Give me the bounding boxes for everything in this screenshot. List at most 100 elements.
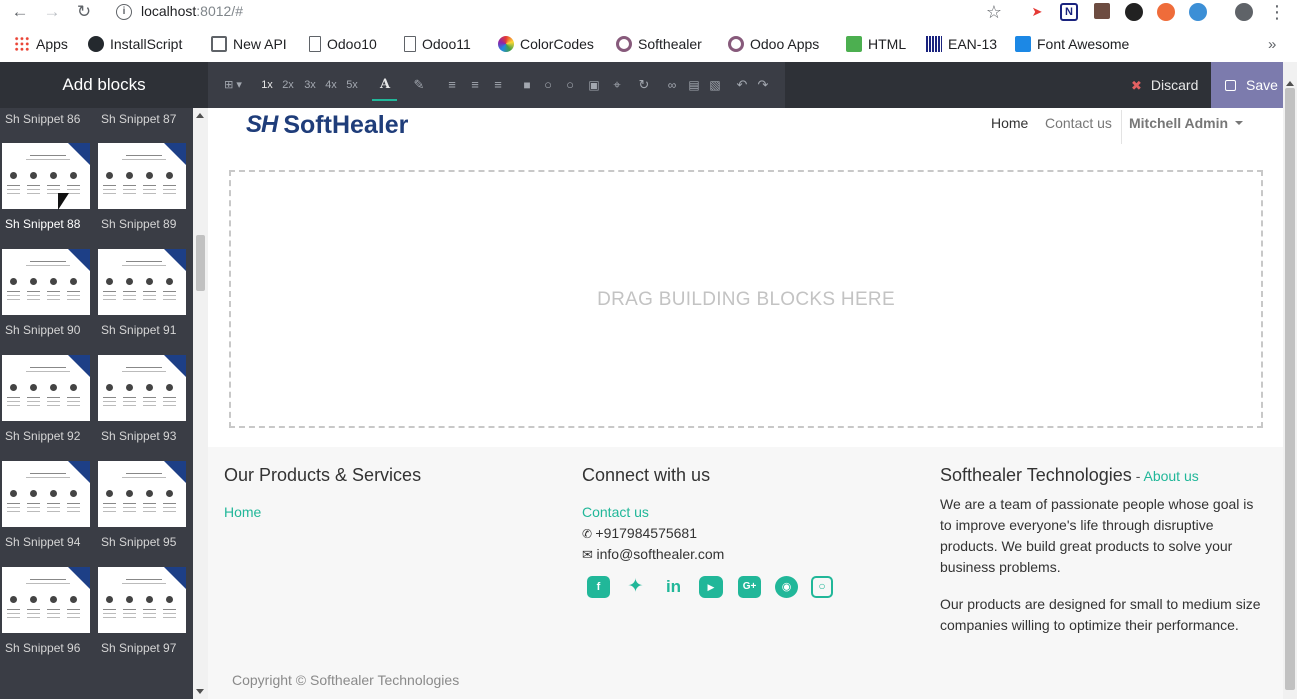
- browser-menu-icon[interactable]: ⋮: [1267, 3, 1287, 23]
- sh-badge-icon: [164, 567, 186, 589]
- zoom-1x[interactable]: 1x: [258, 76, 276, 94]
- align-right-icon[interactable]: ≡: [490, 76, 506, 94]
- redo-icon[interactable]: ↷: [755, 76, 771, 94]
- preview-line: [103, 511, 116, 512]
- preview-circle: [126, 278, 133, 285]
- preview-line: [27, 185, 40, 186]
- extension-lifebuoy-icon[interactable]: [1157, 3, 1175, 21]
- preview-line: [103, 193, 116, 194]
- star-bookmark-icon[interactable]: ☆: [984, 3, 1004, 23]
- snippet-thumbnail[interactable]: [2, 143, 90, 209]
- scroll-down-arrow-icon[interactable]: [196, 689, 204, 694]
- scroll-up-arrow-icon[interactable]: [196, 113, 204, 118]
- phone-number: +917984575681: [595, 525, 697, 541]
- snippet-thumbnail[interactable]: [98, 461, 186, 527]
- snippet-thumbnail[interactable]: [98, 567, 186, 633]
- back-arrow-icon[interactable]: ←: [10, 3, 30, 23]
- preview-circle: [70, 596, 77, 603]
- bookmark-colorcodes[interactable]: ColorCodes: [498, 34, 594, 54]
- preview-line: [123, 503, 136, 504]
- preview-line: [163, 511, 176, 512]
- site-logo[interactable]: SH SoftHealer: [246, 110, 408, 140]
- snippet-thumbnail[interactable]: [98, 143, 186, 209]
- nav-home[interactable]: Home: [991, 115, 1028, 131]
- extension-color-picker-icon[interactable]: [1094, 3, 1110, 19]
- footer-about-link[interactable]: About us: [1143, 468, 1198, 484]
- preview-line: [163, 507, 176, 508]
- user-menu[interactable]: Mitchell Admin: [1129, 115, 1244, 131]
- zoom-4x[interactable]: 4x: [322, 76, 340, 94]
- reload-icon[interactable]: ↻: [74, 3, 94, 23]
- zoom-3x[interactable]: 3x: [301, 76, 319, 94]
- extension-globe-icon[interactable]: [1189, 3, 1207, 21]
- paint-brush-icon[interactable]: ✎: [410, 76, 428, 94]
- editor-toolbar: Add blocks ⊞ ▾ 1x 2x 3x 4x 5x A ✎ ≡ ≡ ≡ …: [0, 62, 1297, 108]
- sidebar-scrollbar[interactable]: [193, 108, 208, 699]
- align-center-icon[interactable]: ≡: [467, 76, 483, 94]
- youtube-icon[interactable]: ▶: [699, 576, 723, 598]
- nav-contact-us[interactable]: Contact us: [1045, 115, 1112, 131]
- snippet-thumbnail[interactable]: [2, 567, 90, 633]
- shadow-circle-icon[interactable]: ○: [563, 76, 577, 94]
- align-left-icon[interactable]: ≡: [444, 76, 460, 94]
- extension-gauge-icon[interactable]: [1125, 3, 1143, 21]
- discard-button[interactable]: ✖ Discard: [1121, 62, 1211, 108]
- bookmark-odoo11[interactable]: Odoo11: [404, 34, 471, 54]
- page-scrollbar[interactable]: [1283, 62, 1297, 699]
- google-plus-icon[interactable]: G+: [738, 576, 761, 598]
- square-shape-icon[interactable]: ■: [520, 76, 534, 94]
- footer-contact-link[interactable]: Contact us: [582, 504, 649, 520]
- github-icon[interactable]: ◉: [775, 576, 798, 598]
- bookmark-odoo10[interactable]: Odoo10: [309, 34, 377, 54]
- snippet-thumbnail[interactable]: [2, 461, 90, 527]
- footer-home-link[interactable]: Home: [224, 504, 261, 520]
- format-tools: ⊞ ▾ 1x 2x 3x 4x 5x A ✎ ≡ ≡ ≡ ■ ○ ○ ▣ ⌖ ↻…: [208, 62, 785, 108]
- snippet-thumbnail[interactable]: [98, 249, 186, 315]
- preview-line: [122, 265, 166, 266]
- linkedin-icon[interactable]: in: [662, 576, 685, 598]
- close-icon: ✖: [1131, 78, 1142, 93]
- extension-n-icon[interactable]: N: [1060, 3, 1078, 21]
- preview-line: [123, 189, 136, 190]
- bookmarks-overflow-icon[interactable]: »: [1268, 34, 1276, 54]
- font-color-icon[interactable]: A: [376, 76, 394, 94]
- link-icon[interactable]: ∞: [664, 76, 680, 94]
- undo-icon[interactable]: ↶: [734, 76, 750, 94]
- preview-line: [27, 291, 40, 292]
- bookmark-new-api[interactable]: New API: [211, 34, 287, 54]
- instagram-icon[interactable]: ○: [811, 576, 833, 598]
- preview-line: [30, 155, 66, 156]
- snippet-thumbnail[interactable]: [98, 355, 186, 421]
- bookmark-font-awesome[interactable]: Font Awesome: [1015, 34, 1129, 54]
- bookmark-odoo-apps[interactable]: Odoo Apps: [728, 34, 819, 54]
- forward-arrow-icon[interactable]: →: [42, 3, 62, 23]
- snippet-thumbnail[interactable]: [2, 355, 90, 421]
- grid-dropdown-icon[interactable]: ⊞ ▾: [220, 76, 246, 94]
- image-icon[interactable]: ▣: [586, 76, 602, 94]
- refresh-icon[interactable]: ↻: [636, 76, 652, 94]
- scrollbar-thumb[interactable]: [1285, 88, 1295, 690]
- bookmark-label: InstallScript: [110, 36, 183, 52]
- circle-shape-icon[interactable]: ○: [541, 76, 555, 94]
- site-info-icon[interactable]: i: [116, 4, 132, 20]
- trash-icon[interactable]: ▧: [707, 76, 723, 94]
- twitter-icon[interactable]: ✦: [624, 576, 647, 598]
- bookmark-softhealer[interactable]: Softhealer: [616, 34, 702, 54]
- bookmark-apps[interactable]: Apps: [14, 34, 68, 54]
- facebook-icon[interactable]: f: [587, 576, 610, 598]
- scroll-up-arrow-icon[interactable]: [1286, 81, 1294, 86]
- crop-icon[interactable]: ⌖: [609, 76, 625, 94]
- profile-avatar-icon[interactable]: [1235, 3, 1253, 21]
- extension-arrow-icon[interactable]: ➤: [1028, 3, 1046, 21]
- file-image-icon[interactable]: ▤: [686, 76, 702, 94]
- scrollbar-thumb[interactable]: [196, 235, 205, 291]
- snippet-thumbnail[interactable]: [2, 249, 90, 315]
- address-bar[interactable]: localhost:8012/#: [141, 3, 243, 19]
- drop-zone[interactable]: DRAG BUILDING BLOCKS HERE: [229, 170, 1263, 428]
- zoom-2x[interactable]: 2x: [279, 76, 297, 94]
- bookmark-html[interactable]: HTML: [846, 34, 906, 54]
- zoom-5x[interactable]: 5x: [343, 76, 361, 94]
- bookmark-installscript[interactable]: InstallScript: [88, 34, 182, 54]
- preview-line: [122, 371, 166, 372]
- bookmark-ean13[interactable]: EAN-13: [926, 34, 997, 54]
